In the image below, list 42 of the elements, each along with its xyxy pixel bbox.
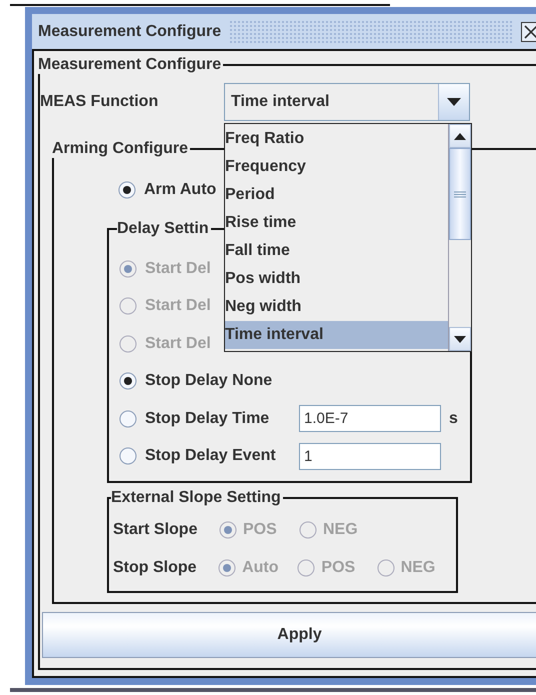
radio-label: Start Del bbox=[145, 260, 211, 278]
radio-label: Arm Auto bbox=[144, 181, 216, 199]
radio-button[interactable] bbox=[119, 410, 137, 428]
text-field[interactable]: 1 bbox=[299, 442, 441, 470]
dropdown-option[interactable]: Freq Ratio bbox=[225, 125, 448, 153]
down-arrow-icon bbox=[454, 336, 466, 342]
radio-label: Stop Delay None bbox=[145, 372, 272, 390]
radio-label: Start Del bbox=[145, 334, 211, 353]
apply-button[interactable]: Apply bbox=[42, 612, 536, 658]
dropdown-option[interactable]: Period bbox=[225, 181, 448, 209]
window-title: Measurement Configure bbox=[38, 22, 222, 40]
slope-label: Stop Slope bbox=[113, 559, 198, 577]
up-arrow-icon bbox=[454, 132, 466, 140]
radio-label: NEG bbox=[323, 521, 358, 539]
dropdown-option[interactable]: Frequency bbox=[225, 153, 448, 181]
dropdown-option[interactable]: Neg width bbox=[225, 293, 448, 321]
radio-label: POS bbox=[321, 559, 356, 577]
dropdown-option[interactable]: Rise time bbox=[225, 209, 448, 237]
close-button[interactable] bbox=[521, 22, 536, 42]
text-field[interactable]: 1.0E-7 bbox=[299, 405, 441, 432]
slope-label: Start Slope bbox=[113, 521, 198, 539]
radio-button[interactable] bbox=[119, 447, 137, 466]
radio-label: Stop Delay Event bbox=[145, 447, 277, 466]
radio-button[interactable] bbox=[119, 372, 137, 390]
dropdown-option[interactable]: Time interval bbox=[225, 321, 448, 349]
group-title: External Slope Setting bbox=[111, 489, 282, 507]
radio-label: Auto bbox=[242, 559, 279, 577]
radio-label: Start Del bbox=[145, 297, 211, 316]
caret-icon bbox=[447, 98, 461, 106]
radio-label: Stop Delay Time bbox=[145, 410, 270, 428]
scrollbar[interactable] bbox=[448, 124, 471, 351]
radio-label: NEG bbox=[400, 559, 436, 577]
group-title: Arming Configure bbox=[52, 140, 189, 158]
grip-icon bbox=[454, 190, 466, 198]
radio-button[interactable] bbox=[118, 181, 136, 199]
meas-function-label: MEAS Function bbox=[40, 93, 160, 111]
dropdown-option[interactable]: Pos width bbox=[225, 265, 448, 293]
unit-label: s bbox=[449, 410, 458, 428]
group-title: Delay Settin bbox=[117, 220, 210, 238]
group-title: Measurement Configure bbox=[38, 56, 222, 74]
radio-label: POS bbox=[243, 521, 277, 539]
dropdown-option[interactable]: Fall time bbox=[225, 237, 448, 265]
